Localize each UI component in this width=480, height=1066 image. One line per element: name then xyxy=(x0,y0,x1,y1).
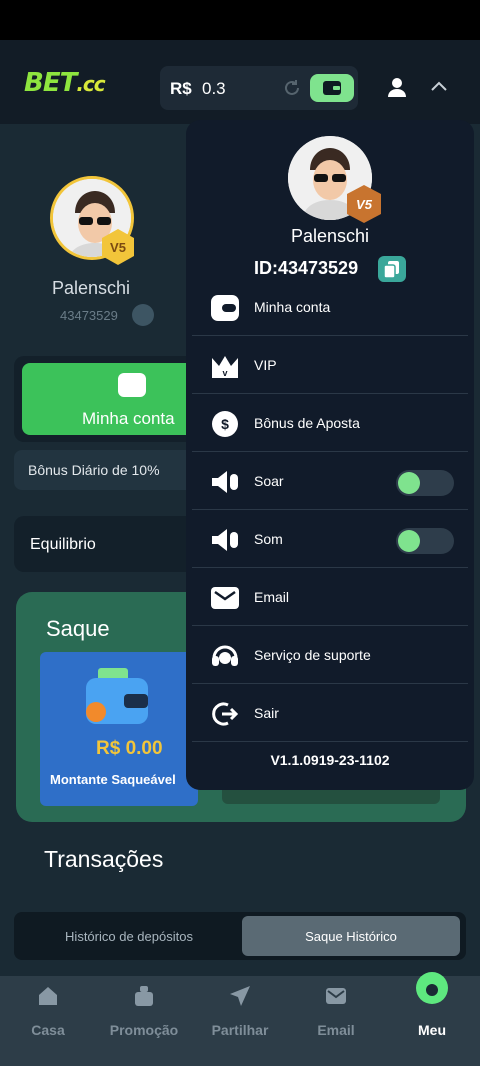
nav-promocao[interactable]: Promoção xyxy=(96,976,192,1066)
menu-label: Bônus de Aposta xyxy=(254,415,360,431)
chevron-up-icon[interactable] xyxy=(430,80,448,92)
som-toggle[interactable] xyxy=(396,528,454,554)
wallet-icon xyxy=(211,295,239,321)
brand-logo[interactable]: BET.cc xyxy=(24,68,106,98)
profile-id: 43473529 xyxy=(60,308,118,323)
user-icon[interactable] xyxy=(386,76,408,98)
dropdown-name: Palenschi xyxy=(290,226,370,246)
menu-suporte[interactable]: Serviço de suporte xyxy=(192,628,468,684)
copy-icon xyxy=(383,261,399,279)
svg-text:v: v xyxy=(222,368,227,378)
equilibrio-label: Equilibrio xyxy=(30,536,96,553)
minha-conta-button[interactable]: Minha conta xyxy=(22,363,202,435)
mail-icon xyxy=(211,587,239,609)
nav-label: Promoção xyxy=(109,1022,179,1038)
nav-partilhar[interactable]: Partilhar xyxy=(192,976,288,1066)
menu-sair[interactable]: Sair xyxy=(192,686,468,742)
menu-label: VIP xyxy=(254,357,277,373)
account-dropdown: V5 Palenschi ID:43473529 Minha conta v V… xyxy=(186,120,474,790)
transactions-tabs: Histórico de depósitos Saque Histórico xyxy=(14,912,466,960)
headset-icon xyxy=(212,645,238,666)
wallet-icon xyxy=(323,81,341,95)
send-icon xyxy=(230,986,250,1006)
copy-id-button[interactable] xyxy=(132,304,154,326)
menu-label: Minha conta xyxy=(254,299,331,315)
bottom-nav: Casa Promoção Partilhar Email Meu xyxy=(0,972,480,1066)
minha-conta-label: Minha conta xyxy=(82,409,175,428)
saque-title: Saque xyxy=(46,616,110,641)
wallet-button[interactable] xyxy=(310,74,354,102)
dollar-icon: $ xyxy=(212,411,238,437)
withdrawable-amount: R$ 0.00 xyxy=(96,738,163,759)
top-bar: BET.cc R$ 0.3 xyxy=(0,40,480,124)
nav-label: Casa xyxy=(31,1022,65,1038)
nav-label: Partilhar xyxy=(211,1022,269,1038)
speaker-icon xyxy=(212,471,238,493)
transactions-title: Transações xyxy=(44,846,164,872)
nav-email[interactable]: Email xyxy=(288,976,384,1066)
tab-withdraw-history[interactable]: Saque Histórico xyxy=(242,916,460,956)
withdrawable-card[interactable]: R$ 0.00 Montante Saqueável xyxy=(40,652,198,806)
gift-icon xyxy=(135,986,153,1006)
menu-vip[interactable]: v VIP xyxy=(192,338,468,394)
copy-id-button[interactable] xyxy=(378,256,406,282)
menu-label: Som xyxy=(254,531,283,547)
logo-main: BET xyxy=(24,68,77,98)
nav-label: Email xyxy=(317,1022,355,1038)
daily-bonus-banner[interactable]: Bônus Diário de 10% xyxy=(14,450,204,490)
user-icon xyxy=(416,972,448,1004)
crown-icon: v xyxy=(212,356,238,378)
soar-toggle[interactable] xyxy=(396,470,454,496)
wallet-icon xyxy=(86,668,148,724)
vip-badge-text: V5 xyxy=(110,240,126,255)
menu-label: Soar xyxy=(254,473,284,489)
nav-label: Meu xyxy=(418,1022,446,1038)
balance-value: 0.3 xyxy=(202,79,226,98)
equilibrio-row[interactable]: Equilibrio xyxy=(14,516,204,572)
menu-label: Sair xyxy=(254,705,279,721)
balance-currency: R$ xyxy=(170,79,192,98)
menu-bonus-aposta[interactable]: $ Bônus de Aposta xyxy=(192,396,468,452)
menu-label: Serviço de suporte xyxy=(254,647,371,663)
app-version: V1.1.0919-23-1102 xyxy=(270,752,390,768)
speaker-icon xyxy=(212,529,238,551)
vip-badge-text: V5 xyxy=(356,197,373,212)
menu-label: Email xyxy=(254,589,290,605)
svg-text:$: $ xyxy=(221,416,229,432)
wallet-icon xyxy=(118,373,146,397)
daily-bonus-label: Bônus Diário de 10% xyxy=(28,462,160,478)
dropdown-id: ID:43473529 xyxy=(254,258,359,278)
logo-suffix: .cc xyxy=(76,72,105,96)
balance-box: R$ 0.3 xyxy=(160,66,358,110)
menu-som[interactable]: Som xyxy=(192,512,468,568)
menu-minha-conta[interactable]: Minha conta xyxy=(192,280,468,336)
profile-name: Palenschi xyxy=(52,278,131,298)
mail-icon xyxy=(326,988,346,1004)
menu-soar[interactable]: Soar xyxy=(192,454,468,510)
app-screen: BET.cc R$ 0.3 V5 Palenschi 43473529 Minh… xyxy=(0,40,480,1066)
logout-icon xyxy=(212,702,239,726)
refresh-icon[interactable] xyxy=(282,78,302,98)
menu-email[interactable]: Email xyxy=(192,570,468,626)
nav-casa[interactable]: Casa xyxy=(0,976,96,1066)
toggle-knob xyxy=(398,472,420,494)
toggle-knob xyxy=(398,530,420,552)
home-icon xyxy=(39,987,57,1005)
withdrawable-label: Montante Saqueável xyxy=(50,772,176,787)
vip-badge-icon: V5 xyxy=(347,185,381,223)
nav-meu[interactable]: Meu xyxy=(384,972,480,1066)
vip-badge-icon: V5 xyxy=(102,229,134,265)
tab-deposit-history[interactable]: Histórico de depósitos xyxy=(20,916,238,956)
